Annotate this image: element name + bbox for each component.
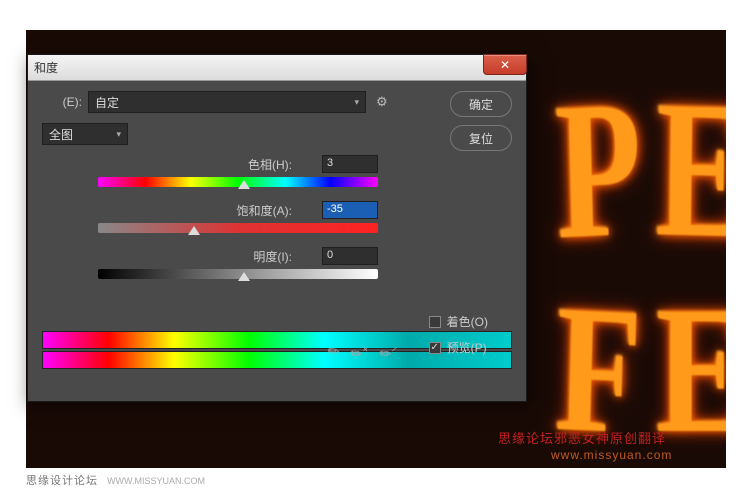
- preset-label: (E):: [42, 95, 82, 109]
- hue-input[interactable]: 3: [322, 155, 378, 173]
- footer-url: WWW.MISSYUAN.COM: [107, 476, 205, 486]
- hue-slider-row: 色相(H): 3: [98, 155, 378, 187]
- hue-track[interactable]: [98, 177, 378, 187]
- chevron-down-icon: ▾: [354, 97, 359, 108]
- lightness-input[interactable]: 0: [322, 247, 378, 265]
- preview-checkbox[interactable]: ✓: [429, 342, 441, 354]
- colorize-checkbox[interactable]: [429, 316, 441, 328]
- credit-text: 思缘论坛邪恶女神原创翻译: [498, 428, 666, 447]
- saturation-label: 饱和度(A):: [98, 202, 322, 219]
- close-button[interactable]: ✕: [483, 54, 527, 75]
- lightness-track[interactable]: [98, 269, 378, 279]
- page-footer: 思缘设计论坛 WWW.MISSYUAN.COM: [26, 472, 205, 488]
- preview-label: 预览(P): [447, 339, 487, 356]
- eyedropper-tools: ✎ ✎₊ ✎₋: [328, 343, 398, 360]
- saturation-track[interactable]: [98, 223, 378, 233]
- channel-value: 全图: [49, 126, 73, 143]
- saturation-slider-row: 饱和度(A): -35: [98, 201, 378, 233]
- reset-button[interactable]: 复位: [450, 125, 512, 151]
- close-icon: ✕: [500, 58, 510, 72]
- channel-select[interactable]: 全图 ▾: [42, 123, 128, 145]
- colorize-label: 着色(O): [447, 313, 488, 330]
- fire-letter: E: [655, 57, 726, 285]
- fire-letter: P: [553, 56, 644, 285]
- dialog-titlebar[interactable]: 和度 ✕: [28, 55, 526, 81]
- gear-icon[interactable]: ⚙: [376, 94, 388, 110]
- saturation-input[interactable]: -35: [322, 201, 378, 219]
- saturation-thumb[interactable]: [188, 226, 200, 235]
- hue-label: 色相(H):: [98, 156, 322, 173]
- chevron-down-icon: ▾: [116, 129, 121, 140]
- hue-saturation-dialog: 和度 ✕ (E): 自定 ▾ ⚙ 全图 ▾ 确定 复位 色相(: [27, 54, 527, 402]
- lightness-thumb[interactable]: [238, 272, 250, 281]
- footer-brand: 思缘设计论坛: [26, 475, 98, 487]
- hue-thumb[interactable]: [238, 180, 250, 189]
- lightness-label: 明度(I):: [98, 248, 322, 265]
- preset-value: 自定: [95, 94, 119, 111]
- lightness-slider-row: 明度(I): 0: [98, 247, 378, 279]
- dialog-title: 和度: [34, 59, 58, 76]
- credit-url: www.missyuan.com: [551, 448, 672, 462]
- ok-button[interactable]: 确定: [450, 91, 512, 117]
- preset-select[interactable]: 自定 ▾: [88, 91, 366, 113]
- fire-letter: E: [656, 266, 726, 468]
